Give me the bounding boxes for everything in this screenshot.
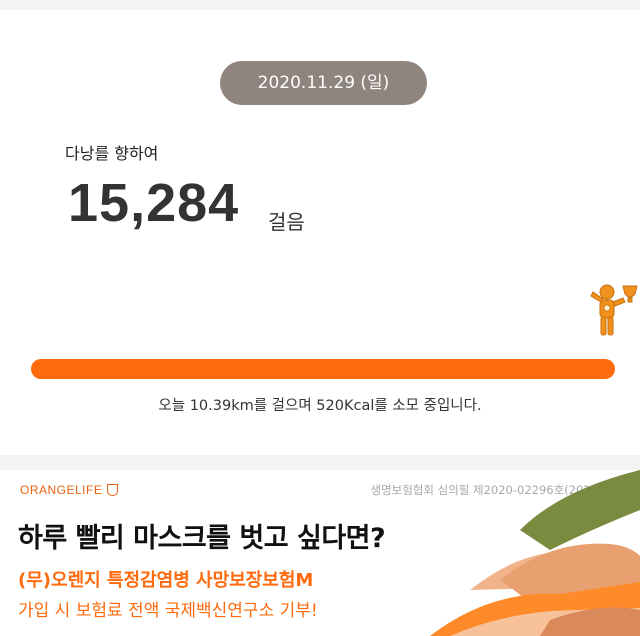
brand-logo: ORANGELIFE bbox=[20, 483, 119, 497]
trophy-figure-icon bbox=[590, 284, 638, 336]
ad-product-name: (무)오렌지 특정감염병 사망보장보험M bbox=[18, 570, 314, 591]
date-pill[interactable]: 2020.11.29 (일) bbox=[220, 61, 427, 105]
top-strip bbox=[0, 0, 640, 10]
walk-progress-card: 2020.11.29 (일) 다낭를 향하여 15,284 걸음 오늘 10.3… bbox=[0, 10, 640, 455]
walk-progress-fill bbox=[31, 359, 615, 379]
walk-summary: 오늘 10.39km를 걸으며 520Kcal를 소모 중입니다. bbox=[158, 398, 482, 414]
ad-banner[interactable]: ORANGELIFE 생명보험협회 심의필 제2020-02296호(2020-… bbox=[0, 470, 640, 636]
brand-name: ORANGELIFE bbox=[20, 483, 103, 497]
ad-headline: 하루 빨리 마스크를 벗고 싶다면? bbox=[18, 523, 386, 554]
stacked-hands-icon bbox=[430, 470, 640, 636]
step-count: 15,284 bbox=[68, 173, 240, 233]
walk-progress-bar bbox=[31, 359, 615, 379]
step-unit: 걸음 bbox=[268, 210, 305, 234]
destination-label: 다낭를 향하여 bbox=[65, 144, 159, 163]
brand-shield-icon bbox=[107, 484, 119, 496]
ad-donation-note: 가입 시 보험료 전액 국제백신연구소 기부! bbox=[18, 601, 318, 621]
